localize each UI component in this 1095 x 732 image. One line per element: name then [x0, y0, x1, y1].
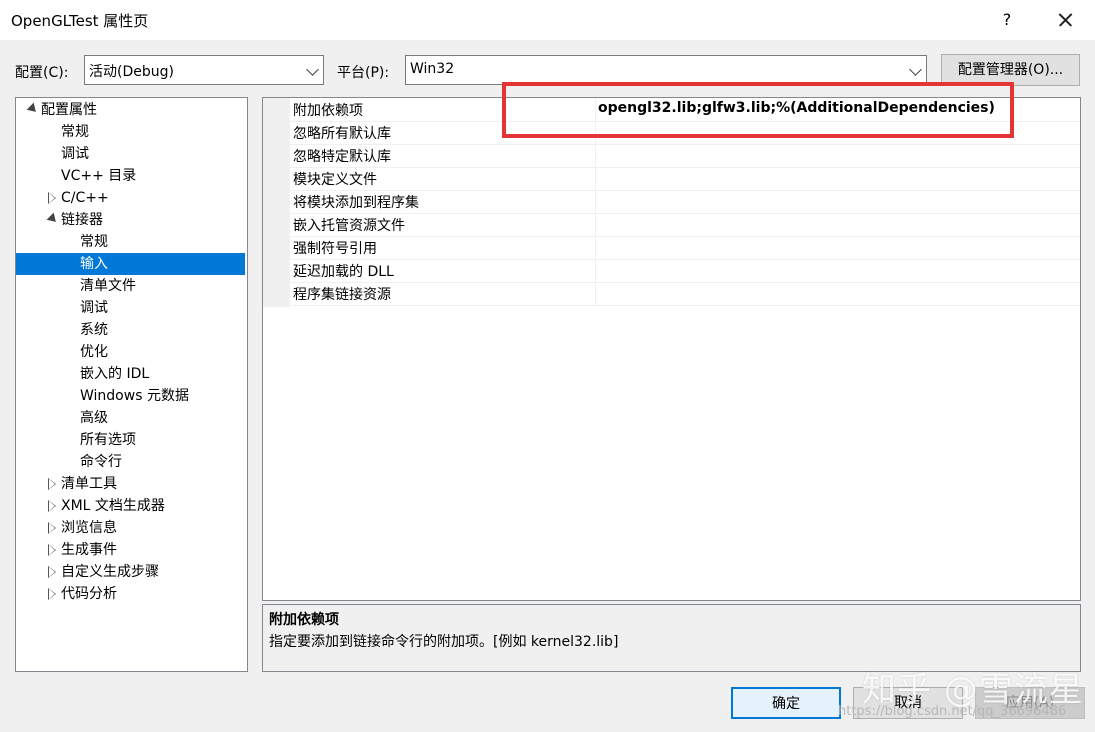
property-row[interactable]: 程序集链接资源 [263, 282, 1080, 306]
tree-item[interactable]: 常规 [16, 121, 245, 143]
tree-item-label: C/C++ [61, 190, 109, 206]
property-name: 程序集链接资源 [293, 287, 391, 303]
tree-item-label: 输入 [80, 256, 108, 272]
tree-item[interactable]: 清单文件 [16, 275, 245, 297]
description-text: 指定要添加到链接命令行的附加项。[例如 kernel32.lib] [269, 634, 619, 650]
property-name: 附加依赖项 [293, 103, 363, 119]
property-row[interactable]: 忽略特定默认库 [263, 144, 1080, 168]
tree-item[interactable]: VC++ 目录 [16, 165, 245, 187]
tree-item[interactable]: 输入 [16, 253, 245, 275]
expanded-triangle-icon[interactable] [46, 209, 58, 231]
tree-item[interactable]: 命令行 [16, 451, 245, 473]
tree-item[interactable]: 调试 [16, 297, 245, 319]
property-row[interactable]: 延迟加载的 DLL [263, 259, 1080, 283]
property-row[interactable]: 强制符号引用 [263, 236, 1080, 260]
title-bar: OpenGLTest 属性页 ? [0, 0, 1095, 40]
tree-item[interactable]: 所有选项 [16, 429, 245, 451]
tree-item-label: 清单文件 [80, 278, 136, 294]
property-tree[interactable]: 配置属性 常规 调试 VC++ 目录 C/C++ 链接器 常规 输入 清单文件 调试 系统 优化 嵌入的… [15, 97, 248, 672]
platform-dropdown[interactable]: Win32 [405, 55, 927, 85]
property-name: 忽略所有默认库 [293, 126, 391, 142]
close-icon[interactable] [1048, 6, 1082, 34]
tree-item[interactable]: C/C++ [16, 187, 245, 209]
property-value-cell[interactable] [595, 259, 1081, 282]
tree-item[interactable]: 系统 [16, 319, 245, 341]
chevron-down-icon [306, 63, 319, 76]
tree-item-label: 系统 [80, 322, 108, 338]
collapsed-triangle-icon[interactable] [46, 473, 58, 495]
tree-item-label: 调试 [80, 300, 108, 316]
property-name: 模块定义文件 [293, 172, 377, 188]
tree-item-label: Windows 元数据 [80, 388, 189, 404]
watermark-url: https://blog.csdn.net/qq_36696486 [838, 704, 1067, 719]
tree-item[interactable]: 浏览信息 [16, 517, 245, 539]
property-name: 将模块添加到程序集 [293, 195, 419, 211]
tree-item[interactable]: 链接器 [16, 209, 245, 231]
collapsed-triangle-icon[interactable] [46, 495, 58, 517]
chevron-down-icon [909, 63, 922, 76]
property-value-cell[interactable] [595, 167, 1081, 190]
tree-item[interactable]: 配置属性 [16, 99, 245, 121]
tree-item-label: 代码分析 [61, 586, 117, 602]
tree-item[interactable]: 自定义生成步骤 [16, 561, 245, 583]
collapsed-triangle-icon[interactable] [46, 561, 58, 583]
tree-item-label: 浏览信息 [61, 520, 117, 536]
highlight-box [502, 82, 1014, 138]
property-name: 强制符号引用 [293, 241, 377, 257]
tree-item[interactable]: 嵌入的 IDL [16, 363, 245, 385]
tree-item-label: 所有选项 [80, 432, 136, 448]
config-dropdown[interactable]: 活动(Debug) [84, 55, 324, 85]
tree-item-label: 清单工具 [61, 476, 117, 492]
property-name: 忽略特定默认库 [293, 149, 391, 165]
tree-item[interactable]: 调试 [16, 143, 245, 165]
description-title: 附加依赖项 [269, 612, 339, 628]
tree-item-label: 配置属性 [41, 102, 97, 118]
property-value-cell[interactable] [595, 213, 1081, 236]
tree-item-label: 调试 [61, 146, 89, 162]
tree-item[interactable]: Windows 元数据 [16, 385, 245, 407]
property-value-cell[interactable] [595, 282, 1081, 305]
property-row[interactable]: 嵌入托管资源文件 [263, 213, 1080, 237]
ok-button[interactable]: 确定 [731, 687, 841, 719]
collapsed-triangle-icon[interactable] [46, 187, 58, 209]
tree-item-label: VC++ 目录 [61, 168, 137, 184]
help-button[interactable]: ? [992, 6, 1022, 34]
collapsed-triangle-icon[interactable] [46, 583, 58, 605]
property-name: 嵌入托管资源文件 [293, 218, 405, 234]
tree-item[interactable]: 生成事件 [16, 539, 245, 561]
platform-value: Win32 [410, 61, 455, 77]
tree-item[interactable]: 优化 [16, 341, 245, 363]
tree-item[interactable]: 常规 [16, 231, 245, 253]
tree-item-label: 常规 [61, 124, 89, 140]
property-name: 延迟加载的 DLL [293, 264, 394, 280]
property-value-cell[interactable] [595, 236, 1081, 259]
tree-item[interactable]: 高级 [16, 407, 245, 429]
property-grid[interactable]: 附加依赖项 opengl32.lib;glfw3.lib;%(Additional… [262, 97, 1081, 601]
tree-item[interactable]: 代码分析 [16, 583, 245, 605]
tree-item-label: 命令行 [80, 454, 122, 470]
property-row[interactable]: 模块定义文件 [263, 167, 1080, 191]
property-row[interactable]: 将模块添加到程序集 [263, 190, 1080, 214]
tree-item-label: XML 文档生成器 [61, 498, 165, 514]
collapsed-triangle-icon[interactable] [46, 539, 58, 561]
window-title: OpenGLTest 属性页 [11, 12, 149, 30]
tree-item-label: 生成事件 [61, 542, 117, 558]
tree-item-label: 自定义生成步骤 [61, 564, 159, 580]
tree-item-label: 链接器 [61, 212, 103, 228]
platform-label: 平台(P): [337, 65, 390, 81]
tree-item-label: 高级 [80, 410, 108, 426]
expanded-triangle-icon[interactable] [26, 99, 38, 121]
config-value: 活动(Debug) [89, 64, 174, 80]
config-label: 配置(C): [15, 65, 69, 81]
tree-item-label: 嵌入的 IDL [80, 366, 150, 382]
tree-item-label: 优化 [80, 344, 108, 360]
tree-item[interactable]: XML 文档生成器 [16, 495, 245, 517]
tree-item-label: 常规 [80, 234, 108, 250]
collapsed-triangle-icon[interactable] [46, 517, 58, 539]
tree-item[interactable]: 清单工具 [16, 473, 245, 495]
property-value-cell[interactable] [595, 144, 1081, 167]
property-value-cell[interactable] [595, 190, 1081, 213]
